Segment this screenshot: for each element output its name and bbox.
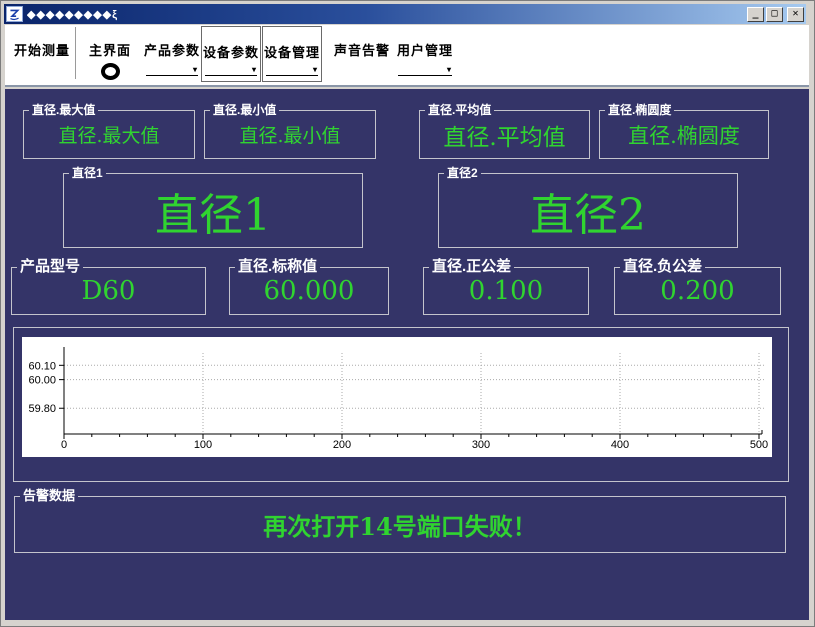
field-value: 直径.最小值 xyxy=(205,111,375,158)
trend-chart-axes: 60.10 60.00 59.80 0 100 200 300 400 500 xyxy=(22,337,772,457)
toolbar-separator xyxy=(75,27,76,79)
svg-text:200: 200 xyxy=(333,439,351,451)
toolbar-button-main-screen[interactable]: 主界面 xyxy=(79,25,141,81)
field-diameter-max: 直径.最大值 直径.最大值 xyxy=(23,110,195,159)
field-diameter-min: 直径.最小值 直径.最小值 xyxy=(204,110,376,159)
app-window: ◆◆◆◆◆◆◆◆◆ξ _ □ ✕ 开始测量 主界面 产品参数 ▾ 设备参数 ▾ xyxy=(0,0,815,627)
dropdown-underline: ▾ xyxy=(266,65,318,76)
toolbar-button-label: 主界面 xyxy=(89,40,131,59)
field-label: 直径.负公差 xyxy=(620,258,705,275)
dropdown-underline: ▾ xyxy=(398,65,452,76)
alarm-data-panel: 告警数据 再次打开14号端口失败！ xyxy=(14,496,786,553)
field-value: 直径.椭圆度 xyxy=(600,111,768,158)
titlebar[interactable]: ◆◆◆◆◆◆◆◆◆ξ _ □ ✕ xyxy=(4,4,806,24)
dropdown-underline: ▾ xyxy=(205,65,257,76)
chevron-down-icon: ▾ xyxy=(193,66,198,74)
alarm-message: 再次打开14号端口失败！ xyxy=(15,497,785,552)
svg-text:0: 0 xyxy=(61,439,67,451)
toolbar-button-label: 声音告警 xyxy=(334,40,390,59)
field-label: 直径2 xyxy=(444,166,481,180)
toolbar-button-device-mgmt[interactable]: 设备管理 ▾ xyxy=(262,26,322,82)
field-diameter-avg: 直径.平均值 直径.平均值 xyxy=(419,110,590,159)
field-label: 直径.平均值 xyxy=(425,103,494,117)
app-logo-icon xyxy=(6,6,23,22)
field-label: 直径.最小值 xyxy=(210,103,279,117)
field-value: 直径.平均值 xyxy=(420,111,589,158)
field-label: 直径.最大值 xyxy=(29,103,98,117)
window-title: ◆◆◆◆◆◆◆◆◆ξ xyxy=(27,8,118,21)
field-product-model: 产品型号 D60 xyxy=(11,267,206,315)
field-label: 直径1 xyxy=(69,166,106,180)
toolbar-button-start-measure[interactable]: 开始测量 xyxy=(11,25,73,81)
trend-chart-panel: 60.10 60.00 59.80 0 100 200 300 400 500 xyxy=(13,327,789,482)
field-diameter-2: 直径2 直径2 xyxy=(438,173,738,248)
svg-text:500: 500 xyxy=(750,439,768,451)
toolbar: 开始测量 主界面 产品参数 ▾ 设备参数 ▾ 设备管理 ▾ 声音告警 xyxy=(5,25,809,87)
toolbar-button-sound-alarm[interactable]: 声音告警 xyxy=(329,25,395,81)
svg-text:100: 100 xyxy=(194,439,212,451)
field-positive-tolerance: 直径.正公差 0.100 xyxy=(423,267,589,315)
record-circle-icon xyxy=(101,63,120,80)
toolbar-button-product-params[interactable]: 产品参数 ▾ xyxy=(143,25,201,81)
svg-text:60.10: 60.10 xyxy=(28,360,56,372)
toolbar-button-label: 设备参数 xyxy=(203,42,259,61)
svg-text:400: 400 xyxy=(611,439,629,451)
trend-chart: 60.10 60.00 59.80 0 100 200 300 400 500 xyxy=(22,337,772,457)
window-controls: _ □ ✕ xyxy=(745,7,804,22)
toolbar-button-user-mgmt[interactable]: 用户管理 ▾ xyxy=(395,25,455,81)
field-label: 直径.标称值 xyxy=(235,258,320,275)
toolbar-button-device-params[interactable]: 设备参数 ▾ xyxy=(201,26,261,82)
alarm-panel-label: 告警数据 xyxy=(20,489,78,503)
svg-text:60.00: 60.00 xyxy=(28,375,56,387)
svg-text:300: 300 xyxy=(472,439,490,451)
field-value: 直径2 xyxy=(439,174,737,247)
field-diameter-1: 直径1 直径1 xyxy=(63,173,363,248)
toolbar-button-label: 产品参数 xyxy=(144,40,200,59)
field-label: 直径.椭圆度 xyxy=(605,103,674,117)
toolbar-button-label: 用户管理 xyxy=(397,40,453,59)
svg-text:59.80: 59.80 xyxy=(28,403,56,415)
dropdown-underline: ▾ xyxy=(146,65,198,76)
field-value: 直径.最大值 xyxy=(24,111,194,158)
chevron-down-icon: ▾ xyxy=(313,66,318,74)
close-button[interactable]: ✕ xyxy=(787,7,804,22)
chevron-down-icon: ▾ xyxy=(447,66,452,74)
field-negative-tolerance: 直径.负公差 0.200 xyxy=(614,267,781,315)
field-label: 直径.正公差 xyxy=(429,258,514,275)
field-diameter-ovality: 直径.椭圆度 直径.椭圆度 xyxy=(599,110,769,159)
toolbar-button-label: 设备管理 xyxy=(264,42,320,61)
toolbar-button-label: 开始测量 xyxy=(14,40,70,59)
minimize-button[interactable]: _ xyxy=(747,7,764,22)
field-value: 直径1 xyxy=(64,174,362,247)
maximize-button[interactable]: □ xyxy=(766,7,783,22)
field-label: 产品型号 xyxy=(17,258,83,275)
chevron-down-icon: ▾ xyxy=(252,66,257,74)
field-nominal-value: 直径.标称值 60.000 xyxy=(229,267,389,315)
